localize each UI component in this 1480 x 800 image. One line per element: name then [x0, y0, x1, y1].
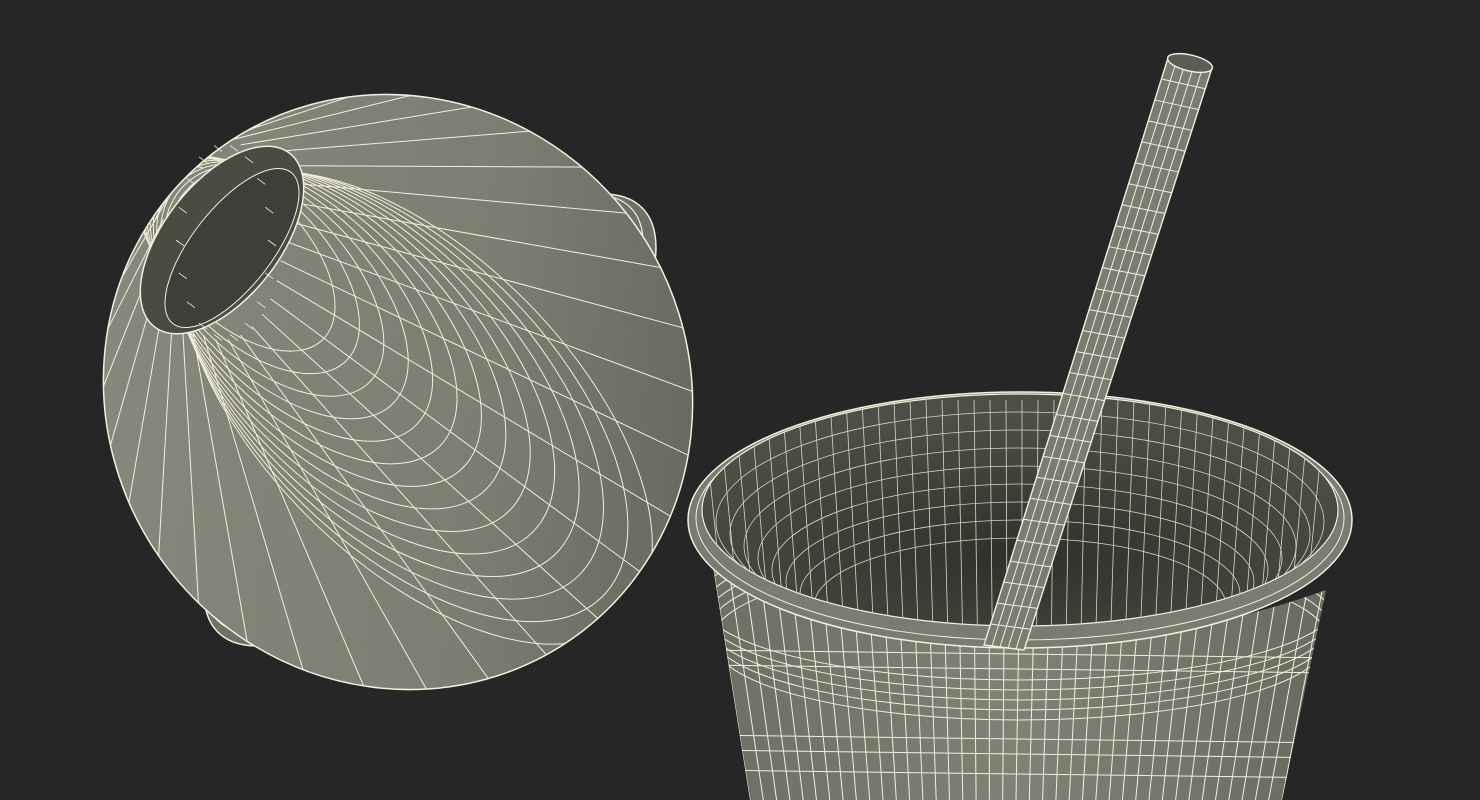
lid-dome-body [102, 93, 694, 691]
render-viewport [0, 0, 1480, 800]
lid-dome [89, 81, 771, 759]
wireframe-scene [89, 52, 1353, 800]
